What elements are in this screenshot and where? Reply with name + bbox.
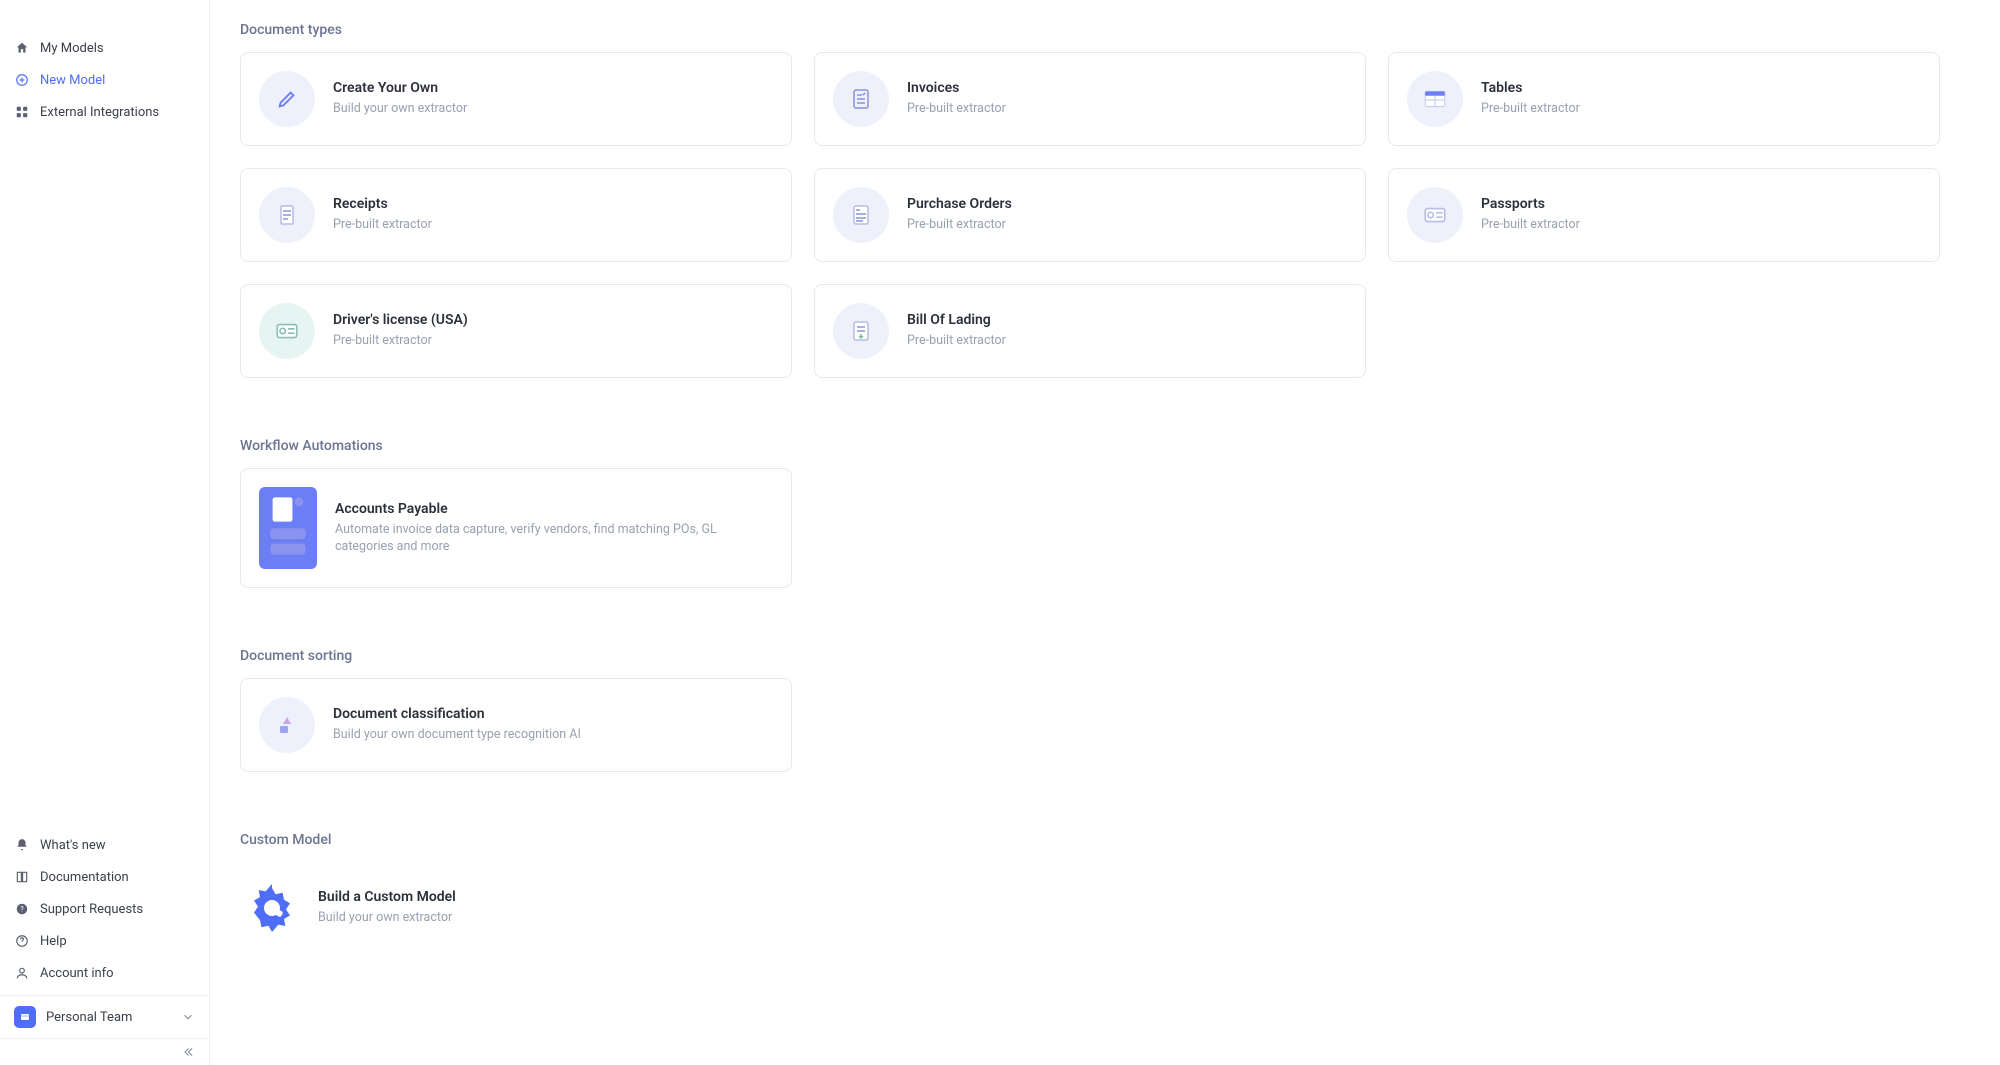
card-document-classification[interactable]: Document classification Build your own d… — [240, 678, 792, 772]
card-subtitle: Pre-built extractor — [1481, 100, 1580, 118]
card-title: Build a Custom Model — [318, 889, 456, 905]
sidebar-item-account-info[interactable]: Account info — [0, 957, 209, 989]
gear-icon — [244, 880, 300, 936]
brand-icon — [12, 0, 30, 1]
card-subtitle: Pre-built extractor — [907, 100, 1006, 118]
card-tables[interactable]: Tables Pre-built extractor — [1388, 52, 1940, 146]
sidebar-item-label: Account info — [40, 966, 114, 981]
po-icon — [833, 187, 889, 243]
passport-icon — [1407, 187, 1463, 243]
sidebar-item-support-requests[interactable]: ? Support Requests — [0, 893, 209, 925]
sidebar-nav: My Models New Model External Integration… — [0, 8, 209, 829]
home-icon — [14, 40, 30, 56]
card-title: Create Your Own — [333, 80, 467, 96]
card-drivers-license[interactable]: Driver's license (USA) Pre-built extract… — [240, 284, 792, 378]
card-subtitle: Pre-built extractor — [907, 216, 1012, 234]
card-title: Document classification — [333, 706, 581, 722]
section-title: Custom Model — [240, 832, 1940, 848]
team-selector[interactable]: Personal Team — [0, 995, 209, 1039]
sidebar-item-label: My Models — [40, 41, 104, 56]
card-subtitle: Pre-built extractor — [333, 216, 432, 234]
card-subtitle: Pre-built extractor — [907, 332, 1006, 350]
section-custom-model: Custom Model Build a Custom Model Build … — [240, 832, 1940, 954]
card-subtitle: Pre-built extractor — [333, 332, 468, 350]
card-bill-of-lading[interactable]: Bill Of Lading Pre-built extractor — [814, 284, 1366, 378]
lading-icon — [833, 303, 889, 359]
plus-circle-icon — [14, 72, 30, 88]
main-content: Document types Create Your Own Build you… — [210, 0, 2000, 1065]
team-badge-icon — [14, 1006, 36, 1028]
card-title: Accounts Payable — [335, 501, 773, 517]
question-icon — [14, 933, 30, 949]
card-title: Invoices — [907, 80, 1006, 96]
card-title: Receipts — [333, 196, 432, 212]
sidebar-item-external-integrations[interactable]: External Integrations — [0, 96, 209, 128]
help-icon: ? — [14, 901, 30, 917]
sidebar-item-label: Support Requests — [40, 902, 143, 917]
user-icon — [14, 965, 30, 981]
card-subtitle: Pre-built extractor — [1481, 216, 1580, 234]
invoice-icon — [833, 71, 889, 127]
card-title: Tables — [1481, 80, 1580, 96]
sidebar-item-whats-new[interactable]: What's new — [0, 829, 209, 861]
card-build-custom-model[interactable]: Build a Custom Model Build your own extr… — [240, 862, 792, 954]
card-title: Driver's license (USA) — [333, 312, 468, 328]
sidebar-item-label: Documentation — [40, 870, 129, 885]
card-purchase-orders[interactable]: Purchase Orders Pre-built extractor — [814, 168, 1366, 262]
card-invoices[interactable]: Invoices Pre-built extractor — [814, 52, 1366, 146]
card-passports[interactable]: Passports Pre-built extractor — [1388, 168, 1940, 262]
bell-icon — [14, 837, 30, 853]
classify-icon — [259, 697, 315, 753]
card-receipts[interactable]: Receipts Pre-built extractor — [240, 168, 792, 262]
card-title: Passports — [1481, 196, 1580, 212]
sidebar-item-documentation[interactable]: Documentation — [0, 861, 209, 893]
ap-icon — [259, 487, 317, 569]
sidebar-item-my-models[interactable]: My Models — [0, 32, 209, 64]
card-subtitle: Build your own extractor — [333, 100, 467, 118]
section-workflow-automations: Workflow Automations Accounts Payable Au… — [240, 438, 1940, 588]
table-icon — [1407, 71, 1463, 127]
section-title: Document sorting — [240, 648, 1940, 664]
collapse-sidebar-button[interactable] — [0, 1039, 209, 1065]
section-title: Workflow Automations — [240, 438, 1940, 454]
section-document-types: Document types Create Your Own Build you… — [240, 22, 1940, 378]
section-document-sorting: Document sorting Document classification… — [240, 648, 1940, 772]
card-create-your-own[interactable]: Create Your Own Build your own extractor — [240, 52, 792, 146]
section-title: Document types — [240, 22, 1940, 38]
receipt-icon — [259, 187, 315, 243]
card-accounts-payable[interactable]: Accounts Payable Automate invoice data c… — [240, 468, 792, 588]
card-subtitle: Build your own extractor — [318, 909, 456, 927]
sidebar-item-label: New Model — [40, 73, 105, 88]
sidebar-item-new-model[interactable]: New Model — [0, 64, 209, 96]
sidebar-item-label: External Integrations — [40, 105, 159, 120]
card-subtitle: Build your own document type recognition… — [333, 726, 581, 744]
team-label: Personal Team — [46, 1010, 132, 1025]
card-title: Purchase Orders — [907, 196, 1012, 212]
sidebar-bottom-nav: What's new Documentation ? Support Reque… — [0, 829, 209, 995]
grid-icon — [14, 104, 30, 120]
sidebar-item-label: What's new — [40, 838, 106, 853]
sidebar-item-label: Help — [40, 934, 67, 949]
book-icon — [14, 869, 30, 885]
chevron-down-icon — [181, 1010, 195, 1024]
pencil-icon — [259, 71, 315, 127]
sidebar: My Models New Model External Integration… — [0, 0, 210, 1065]
license-icon — [259, 303, 315, 359]
card-title: Bill Of Lading — [907, 312, 1006, 328]
card-subtitle: Automate invoice data capture, verify ve… — [335, 521, 773, 556]
sidebar-item-help[interactable]: Help — [0, 925, 209, 957]
